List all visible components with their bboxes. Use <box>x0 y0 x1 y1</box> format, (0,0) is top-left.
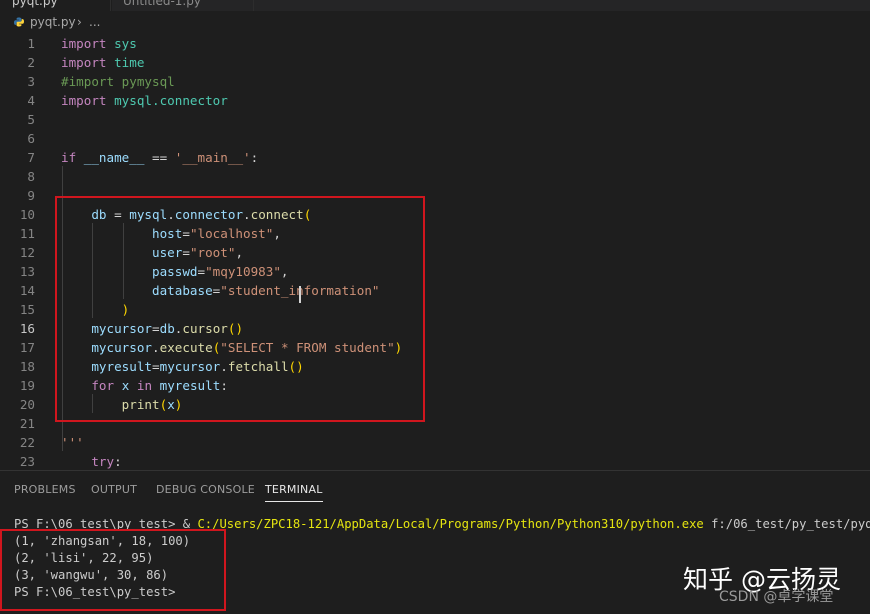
code-content: #import pymysql <box>61 72 175 91</box>
line-number: 4 <box>27 93 35 108</box>
line-number: 14 <box>19 283 35 298</box>
code-line[interactable]: 23 try: <box>0 452 870 470</box>
code-token: time <box>114 55 145 70</box>
tab-output[interactable]: OUTPUT <box>91 483 137 496</box>
code-line[interactable]: 1 import sys <box>0 34 870 53</box>
breadcrumb-separator: › <box>77 15 82 29</box>
line-number: 18 <box>19 359 35 374</box>
line-number: 17 <box>19 340 35 355</box>
breadcrumb-file[interactable]: pyqt.py <box>30 11 76 33</box>
terminal-script-arg: f:/06_test/py_test/pyqt.py <box>711 517 870 531</box>
line-number: 20 <box>19 397 35 412</box>
code-line[interactable]: 7 if __name__ == '__main__': <box>0 148 870 167</box>
code-line[interactable]: 22 ''' <box>0 433 870 452</box>
code-token: import <box>61 36 107 51</box>
tab-debug-console[interactable]: DEBUG CONSOLE <box>156 483 255 496</box>
code-content: if __name__ == '__main__': <box>61 148 258 167</box>
line-number: 15 <box>19 302 35 317</box>
code-highlight-box <box>55 196 425 422</box>
line-number: 19 <box>19 378 35 393</box>
line-number: 22 <box>19 435 35 450</box>
line-number: 23 <box>19 454 35 469</box>
breadcrumb-ellipsis[interactable]: ... <box>89 11 100 33</box>
code-line[interactable]: 3 #import pymysql <box>0 72 870 91</box>
line-number: 2 <box>27 55 35 70</box>
line-number: 12 <box>19 245 35 260</box>
code-line[interactable]: 5 <box>0 110 870 129</box>
code-line[interactable]: 4 import mysql.connector <box>0 91 870 110</box>
line-number: 1 <box>27 36 35 51</box>
code-content: ''' <box>61 433 84 452</box>
code-line[interactable]: 2 import time <box>0 53 870 72</box>
code-token: if <box>61 150 77 165</box>
line-number: 8 <box>27 169 35 184</box>
code-token: ''' <box>61 435 84 450</box>
code-token: __name__ <box>83 150 145 165</box>
code-token: #import pymysql <box>61 74 175 89</box>
breadcrumb: pyqt.py › ... <box>0 11 870 33</box>
line-number: 3 <box>27 74 35 89</box>
code-content: try: <box>61 452 122 470</box>
code-token: mysql.connector <box>114 93 228 108</box>
line-number: 7 <box>27 150 35 165</box>
code-content: import sys <box>61 34 137 53</box>
output-highlight-box <box>0 529 226 611</box>
line-number: 16 <box>19 321 35 336</box>
tab-problems[interactable]: PROBLEMS <box>14 483 76 496</box>
code-token: : <box>250 150 259 165</box>
code-token: try <box>91 454 115 469</box>
line-number: 5 <box>27 112 35 127</box>
line-number: 6 <box>27 131 35 146</box>
python-file-icon <box>14 17 24 27</box>
tab-untitled[interactable]: Untitled-1.py <box>110 0 254 11</box>
code-token: : <box>114 454 122 469</box>
code-token: sys <box>114 36 137 51</box>
code-content: import mysql.connector <box>61 91 228 110</box>
code-line[interactable]: 8 <box>0 167 870 186</box>
code-token: import <box>61 55 107 70</box>
code-line[interactable]: 6 <box>0 129 870 148</box>
code-token: == <box>144 150 175 165</box>
code-token: import <box>61 93 107 108</box>
line-number: 21 <box>19 416 35 431</box>
editor-tab-bar: pyqt.py Untitled-1.py <box>0 0 870 11</box>
line-number: 10 <box>19 207 35 222</box>
code-content: import time <box>61 53 144 72</box>
code-token: '__main__' <box>174 150 251 165</box>
line-number: 13 <box>19 264 35 279</box>
line-number: 11 <box>19 226 35 241</box>
line-number: 9 <box>27 188 35 203</box>
tab-pyqt[interactable]: pyqt.py <box>0 0 113 11</box>
terminal-python-exe: C:/Users/ZPC18-121/AppData/Local/Program… <box>197 517 704 531</box>
tab-terminal[interactable]: TERMINAL <box>265 483 323 502</box>
csdn-watermark: CSDN @卓学课堂 <box>719 589 834 605</box>
